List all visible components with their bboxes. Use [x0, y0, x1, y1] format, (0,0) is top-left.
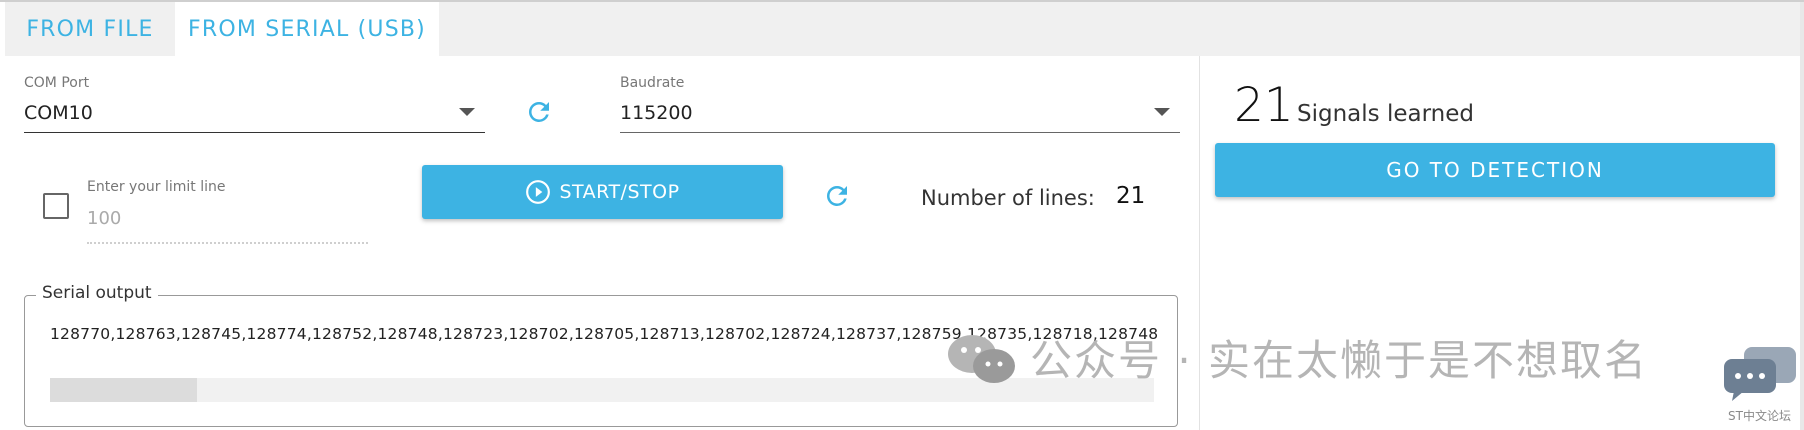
- start-stop-label: START/STOP: [559, 181, 680, 203]
- limit-input-label: Enter your limit line: [87, 179, 226, 195]
- refresh-icon[interactable]: [524, 97, 554, 127]
- wechat-logo-icon: [948, 335, 1015, 383]
- watermark-text: 公众号 · 实在太懒于是不想取名: [1030, 336, 1649, 385]
- com-port-select[interactable]: COM10: [24, 102, 93, 124]
- refresh-icon[interactable]: [822, 181, 852, 211]
- tab-from-file[interactable]: FROM FILE: [5, 2, 175, 56]
- scrollbar-thumb[interactable]: [50, 378, 197, 402]
- baudrate-underline: [620, 132, 1180, 133]
- go-to-detection-button[interactable]: GO TO DETECTION: [1215, 143, 1775, 197]
- right-edge: [1800, 2, 1804, 430]
- limit-input-underline: [87, 242, 368, 244]
- com-port-label: COM Port: [24, 75, 90, 91]
- limit-input[interactable]: 100: [87, 208, 121, 229]
- tab-bar: FROM FILE FROM SERIAL (USB): [5, 2, 1800, 56]
- play-circle-icon: [526, 180, 551, 204]
- signals-count: 21: [1234, 78, 1294, 133]
- chevron-down-icon[interactable]: [459, 108, 475, 116]
- chevron-down-icon[interactable]: [1154, 108, 1170, 116]
- serial-output-legend: Serial output: [36, 283, 158, 303]
- chat-bubble-logo-icon: [1724, 347, 1796, 401]
- baudrate-label: Baudrate: [620, 75, 685, 91]
- com-port-underline: [24, 132, 485, 133]
- signals-learned-label: Signals learned: [1297, 101, 1474, 127]
- number-of-lines-value: 21: [1116, 183, 1146, 209]
- watermark-site-text: ST中文论坛: [1728, 409, 1791, 423]
- start-stop-button[interactable]: START/STOP: [422, 165, 783, 219]
- number-of-lines-label: Number of lines:: [921, 186, 1095, 210]
- baudrate-select[interactable]: 115200: [620, 102, 693, 124]
- app-root: FROM FILE FROM SERIAL (USB) COM Port COM…: [0, 0, 1804, 430]
- limit-checkbox[interactable]: [43, 193, 69, 219]
- tab-from-serial[interactable]: FROM SERIAL (USB): [175, 2, 439, 56]
